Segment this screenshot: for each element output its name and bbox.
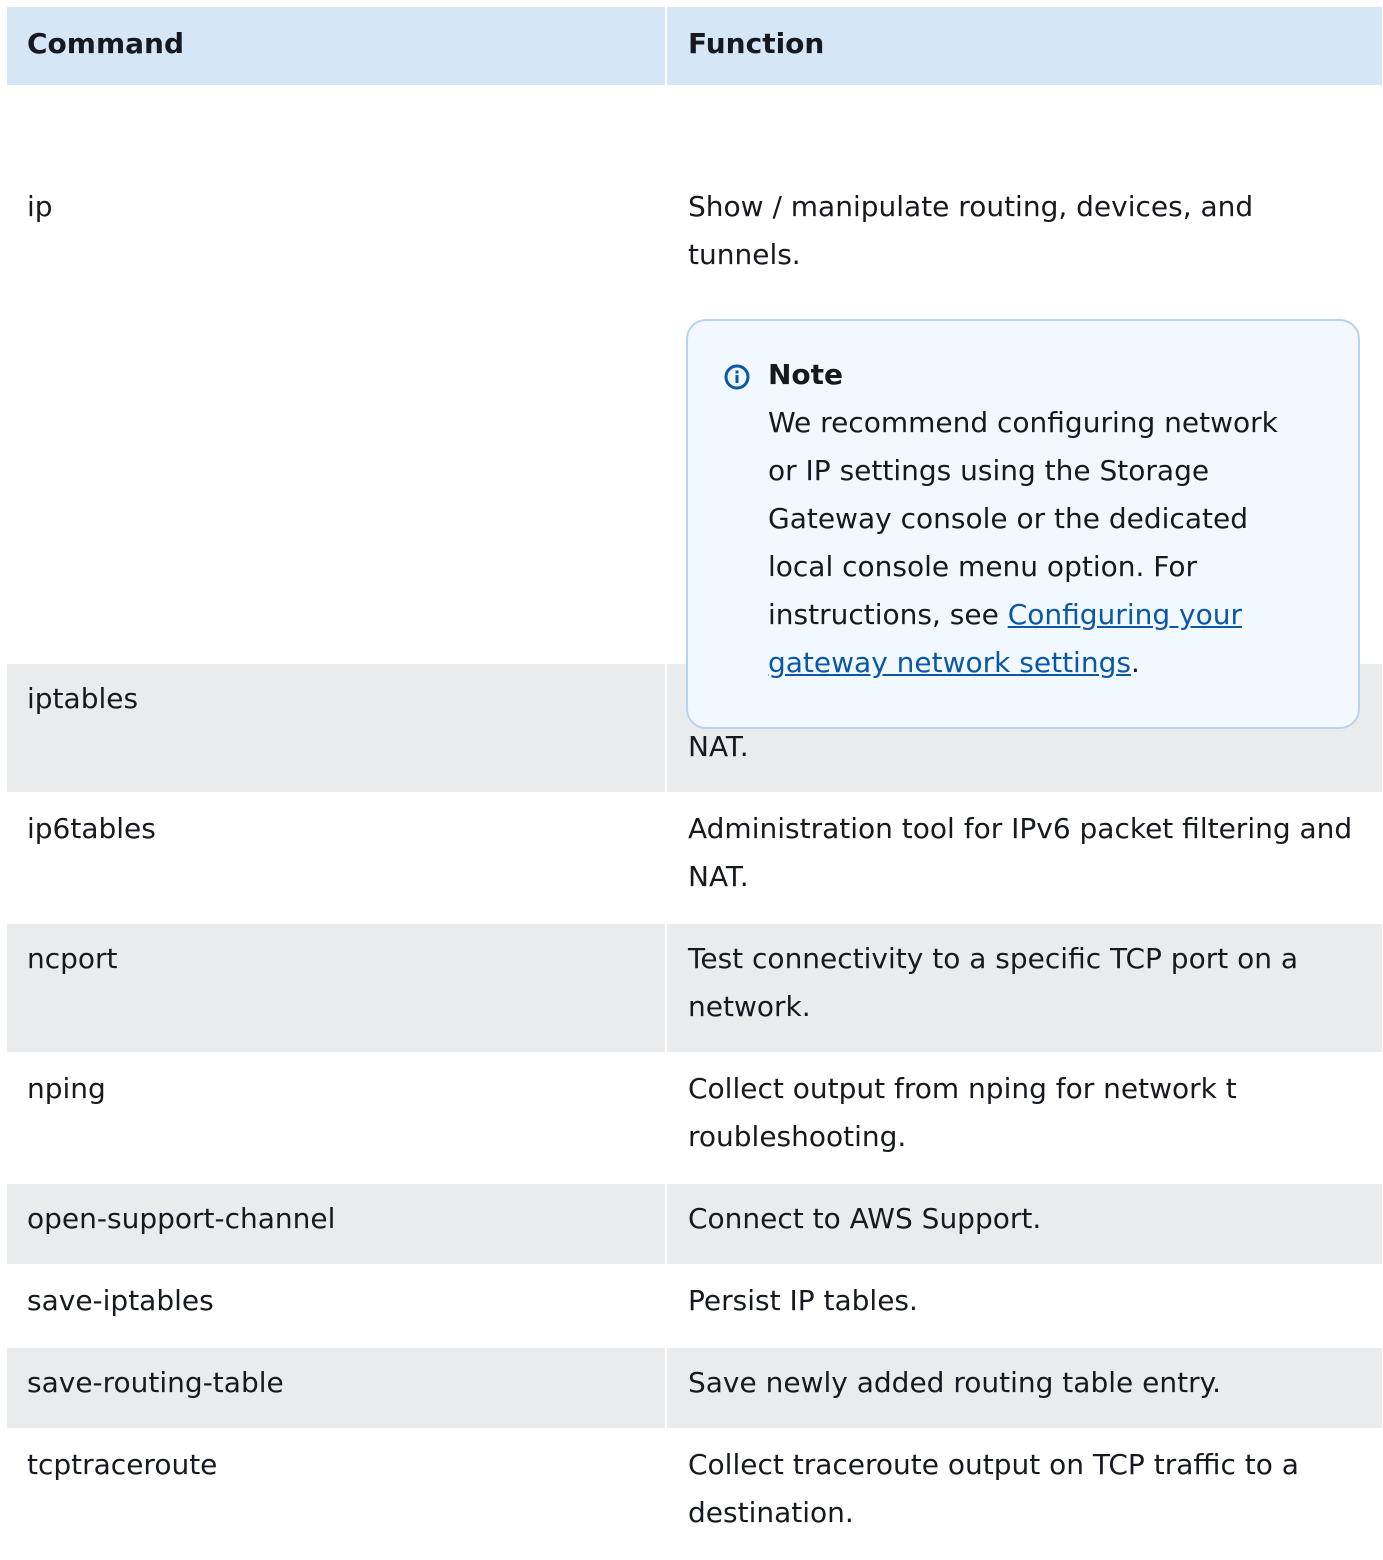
command-cell: save-iptables — [7, 1266, 667, 1346]
table-row: save-routing-table Save newly added rout… — [7, 1348, 1382, 1430]
function-cell: Collect traceroute output on TCP traffic… — [688, 1448, 1299, 1529]
table-row: ncport Test connectivity to a specific T… — [7, 924, 1382, 1054]
function-text: Show / manipulate routing, devices, and … — [688, 190, 1254, 271]
command-cell: open-support-channel — [7, 1184, 667, 1264]
table-row: tcptraceroute Collect traceroute output … — [7, 1430, 1382, 1560]
commands-table: Command Function ip Show / manipulate ro… — [7, 7, 1382, 1560]
function-cell: Test connectivity to a specific TCP port… — [688, 942, 1299, 1023]
command-cell: nping — [7, 1054, 667, 1182]
command-cell: ip6tables — [7, 794, 667, 922]
table-row: save-iptables Persist IP tables. — [7, 1266, 1382, 1348]
command-cell: ncport — [7, 924, 667, 1052]
table-row: ip6tables Administration tool for IPv6 p… — [7, 794, 1382, 924]
table-header-row: Command Function — [7, 7, 1382, 87]
command-cell: iptables — [7, 664, 667, 792]
note-title: Note — [768, 358, 844, 391]
command-cell: save-routing-table — [7, 1348, 667, 1428]
function-cell: Collect output from nping for network t … — [688, 1072, 1237, 1153]
function-cell: Persist IP tables. — [688, 1284, 918, 1317]
function-cell: Connect to AWS Support. — [688, 1202, 1042, 1235]
command-cell: ip — [7, 87, 667, 662]
function-cell: Save newly added routing table entry. — [688, 1366, 1222, 1399]
note-text-end: . — [1130, 646, 1140, 679]
command-text: ip — [27, 190, 53, 223]
column-header-command: Command — [7, 7, 667, 85]
table-row: ip Show / manipulate routing, devices, a… — [7, 87, 1382, 729]
column-header-function: Function — [688, 27, 825, 60]
function-cell: Administration tool for IPv6 packet filt… — [688, 812, 1353, 893]
function-cell: Show / manipulate routing, devices, and … — [667, 87, 1382, 729]
note-body: We recommend configuring network or IP s… — [768, 399, 1308, 687]
command-cell: tcptraceroute — [7, 1430, 667, 1558]
info-icon — [724, 364, 750, 390]
table-row: open-support-channel Connect to AWS Supp… — [7, 1184, 1382, 1266]
note-callout: Note We recommend configuring network or… — [686, 319, 1360, 729]
table-row: nping Collect output from nping for netw… — [7, 1054, 1382, 1184]
